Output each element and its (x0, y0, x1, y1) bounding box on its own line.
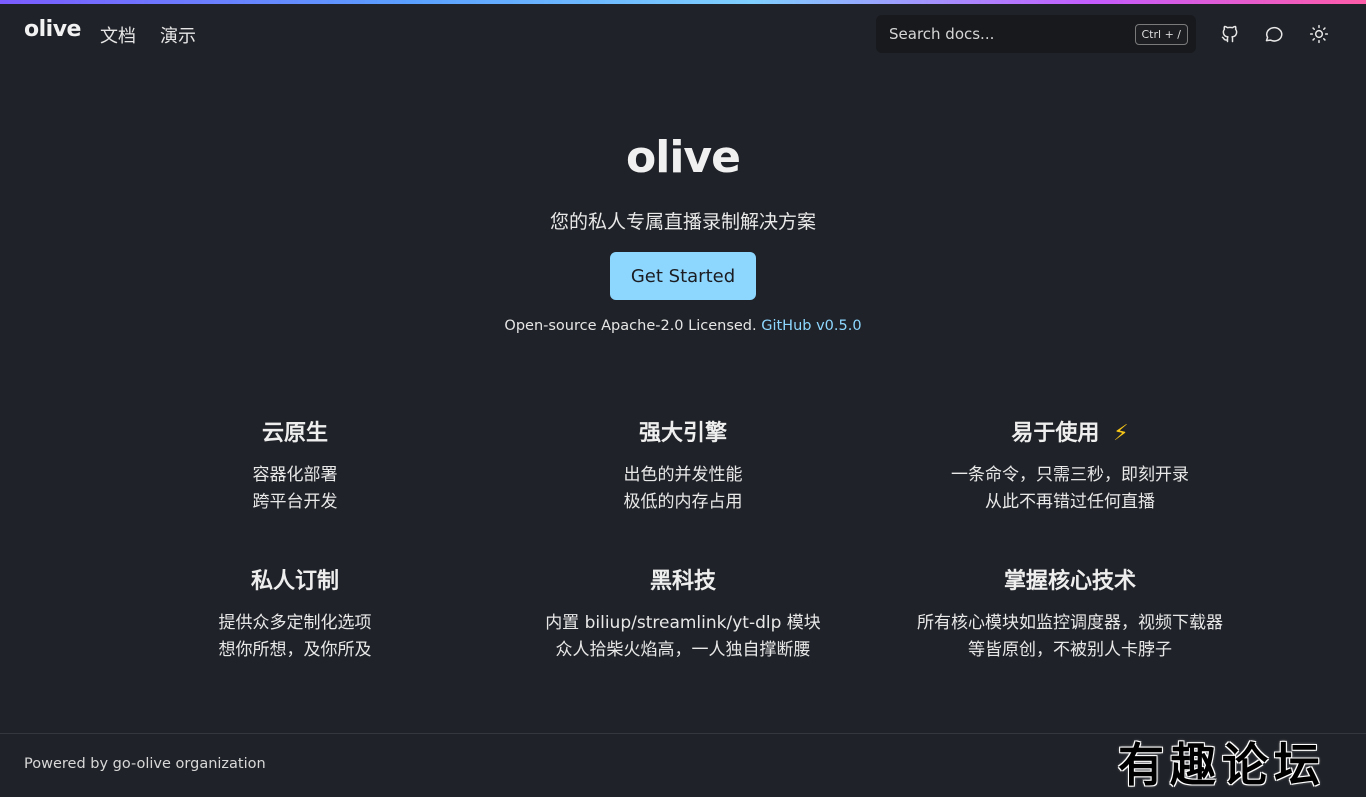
feature-line: 容器化部署 (252, 465, 338, 485)
nav-link-docs[interactable]: 文档 (100, 22, 136, 48)
search-placeholder: Search docs... (889, 25, 995, 43)
feature-line: 一条命令，只需三秒，即刻开录 (951, 465, 1189, 485)
footer-text: Powered by go-olive organization (24, 756, 266, 772)
get-started-button[interactable]: Get Started (610, 252, 756, 300)
feature-title: 强大引擎 (638, 421, 727, 446)
feature-line: 想你所想，及你所及 (218, 640, 372, 660)
feature-title: 掌握核心技术 (1003, 569, 1136, 594)
github-icon[interactable] (1217, 21, 1243, 47)
sun-icon[interactable] (1306, 21, 1332, 47)
license-text: Open-source Apache-2.0 Licensed. (504, 318, 757, 334)
navbar: olive 文档 演示 Search docs... Ctrl + / (0, 4, 1366, 64)
feature-line: 等皆原创，不被别人卡脖子 (968, 640, 1172, 660)
hero-subtitle: 您的私人专属直播录制解决方案 (549, 211, 816, 233)
hero-title: olive (626, 132, 741, 183)
feature-card: 易于使用 ⚡ 一条命令，只需三秒，即刻开录 从此不再错过任何直播 (860, 418, 1280, 516)
nav-link-demo[interactable]: 演示 (160, 22, 196, 48)
feature-title: 私人订制 (250, 569, 339, 594)
feature-card: 私人订制 提供众多定制化选项 想你所想，及你所及 (85, 566, 505, 664)
feature-line: 跨平台开发 (252, 492, 338, 512)
feature-card: 强大引擎 出色的并发性能 极低的内存占用 (473, 418, 893, 516)
feature-line: 提供众多定制化选项 (218, 613, 372, 633)
feature-line: 所有核心模块如监控调度器，视频下载器 (917, 613, 1223, 633)
feature-line: 从此不再错过任何直播 (985, 492, 1155, 512)
github-version-link[interactable]: GitHub v0.5.0 (761, 318, 861, 334)
license-line: Open-source Apache-2.0 Licensed. GitHub … (0, 318, 1366, 334)
feature-title: 云原生 (261, 421, 328, 446)
site-logo[interactable]: olive (24, 17, 81, 42)
feature-title-row: 易于使用 ⚡ (860, 418, 1280, 450)
feature-card: 云原生 容器化部署 跨平台开发 (85, 418, 505, 516)
feature-card: 掌握核心技术 所有核心模块如监控调度器，视频下载器 等皆原创，不被别人卡脖子 (860, 566, 1280, 664)
feature-line: 内置 biliup/streamlink/yt-dlp 模块 (545, 613, 821, 633)
feature-line: 出色的并发性能 (623, 465, 743, 485)
search-input[interactable]: Search docs... Ctrl + / (876, 15, 1196, 53)
watermark: 有趣论坛 (1118, 738, 1326, 792)
feature-title: 黑科技 (649, 569, 716, 594)
feature-title: 易于使用 (1011, 421, 1100, 446)
feature-card: 黑科技 内置 biliup/streamlink/yt-dlp 模块 众人拾柴火… (473, 566, 893, 664)
chat-icon[interactable] (1261, 21, 1287, 47)
lightning-icon: ⚡ (1113, 421, 1129, 446)
feature-line: 极低的内存占用 (623, 492, 743, 512)
feature-line: 众人拾柴火焰高，一人独自撑断腰 (555, 640, 811, 660)
search-shortcut-badge: Ctrl + / (1134, 23, 1188, 45)
